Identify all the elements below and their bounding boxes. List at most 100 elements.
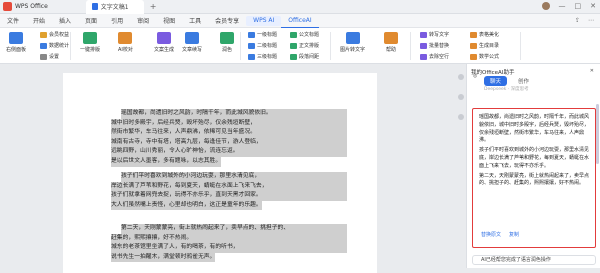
ribbon-small-button[interactable]: 二级标题	[248, 42, 277, 49]
maximize-icon[interactable]: □	[575, 2, 582, 10]
menu-item[interactable]: 工具	[182, 16, 208, 25]
ribbon-small-button[interactable]: 段落间距	[290, 53, 319, 60]
menu-item[interactable]: 审阅	[130, 16, 156, 25]
ribbon-small-icon	[420, 31, 427, 38]
ribbon-small-label: 一级标题	[257, 32, 278, 38]
menu-item[interactable]: OfficeAI	[281, 14, 319, 28]
ribbon-small-button[interactable]: 三级标题	[248, 53, 277, 60]
ribbon-button[interactable]: 右侧面板	[6, 32, 26, 53]
ribbon-small-icon	[248, 53, 255, 60]
menu-item[interactable]: 文件	[0, 16, 26, 25]
document-paragraph[interactable]: 瑶国故都，尚遗旧时之风韵，时隔千年，而此城风貌依旧。 城中旧时多殿宇，后经兵燹，毁…	[111, 109, 347, 167]
ribbon-small-button[interactable]: 正文排版	[290, 42, 319, 49]
document-paragraph[interactable]: 第二天，天刚蒙蒙亮，街上就热闹起来了，卖早点的、挑担子的、 赶集的，熙熙攘攘，好不…	[111, 224, 347, 263]
ribbon-small-button[interactable]: 一级标题	[248, 31, 277, 38]
menu-item[interactable]: 页面	[78, 16, 104, 25]
copy-button[interactable]: 复制	[509, 231, 519, 238]
ribbon-button[interactable]: 文案生成	[154, 32, 174, 53]
ribbon-small-label: 转写文字	[429, 32, 450, 38]
ribbon-small-label: 数据统计	[49, 43, 70, 49]
ai-output-box: 瑶国故都，尚遗旧时之风韵，时隔千年，而此城风貌依旧，城中旧时多殿宇，后经兵燹，毁…	[472, 108, 596, 248]
document-paragraph[interactable]: 孩子们平时喜欢到城外的小河边玩耍，那里水清见底， 岸边长满了芦苇和野花，每到夏天，…	[111, 172, 347, 211]
panel-title: 我的OfficeAI助手	[471, 70, 515, 76]
ribbon-small-label: 正文排版	[299, 43, 320, 49]
ribbon-button[interactable]: 一键排版	[80, 32, 100, 53]
ribbon-small-icon	[40, 31, 47, 38]
ribbon-small-button[interactable]: 数学公式	[470, 53, 499, 60]
wps-logo-icon	[3, 2, 12, 11]
document-line: 大人们虽然嘴上责怪，心里却也明白，这正是童年的乐趣。	[111, 200, 262, 211]
ribbon-small-label: 公文标题	[299, 32, 320, 38]
ribbon-small-button[interactable]: 去除空行	[420, 53, 449, 60]
close-icon[interactable]: ✕	[590, 2, 596, 10]
ribbon-icon	[9, 32, 23, 44]
ribbon-button-label: 文案生成	[154, 47, 175, 53]
title-bar: WPS Office 文字文稿1 + — □ ✕	[0, 0, 600, 14]
ribbon-small-button[interactable]: 转写文字	[420, 31, 449, 38]
tab-document[interactable]: 文字文稿1	[85, 0, 144, 14]
document-line: 远眺四野，山川秀丽，令人心旷神怡，流连忘返。	[111, 147, 347, 157]
document-line: 岸边长满了芦苇和野花，每到夏天，蜻蜓在水面上飞来飞去，	[111, 181, 347, 192]
ribbon-small-icon	[40, 42, 47, 49]
menu-item[interactable]: 会员专享	[208, 16, 246, 25]
more-icon[interactable]: ⋯	[588, 17, 594, 24]
ribbon-icon	[345, 32, 360, 44]
ribbon-small-label: 批量替换	[429, 43, 450, 49]
document-page[interactable]: 瑶国故都，尚遗旧时之风韵，时隔千年，而此城风貌依旧。 城中旧时多殿宇，后经兵燹，毁…	[63, 73, 377, 273]
share-icon[interactable]: ⇪	[575, 17, 580, 24]
ai-output-paragraph: 瑶国故都，尚遗旧时之风韵，时隔千年，而此城风貌依旧，城中旧时多殿宇，后经兵燹，毁…	[479, 114, 590, 144]
ribbon-button[interactable]: AI校对	[118, 32, 133, 53]
menu-item[interactable]: 开始	[26, 16, 52, 25]
replace-original-button[interactable]: 替换原文	[481, 231, 501, 238]
chat-icon[interactable]: ◎	[473, 73, 477, 79]
ribbon-small-label: 数学公式	[479, 54, 500, 60]
ribbon-button-label: 文章续写	[182, 47, 203, 53]
ribbon-small-label: 二级标题	[257, 43, 278, 49]
ribbon-small-button[interactable]: 批量替换	[420, 42, 449, 49]
tab-create[interactable]: 创作	[512, 76, 535, 86]
ribbon-small-icon	[420, 42, 427, 49]
output-actions: 替换原文 复制	[481, 231, 519, 238]
ribbon-small-button[interactable]: 设置	[40, 53, 59, 60]
ribbon-button-label: 帮助	[385, 47, 396, 53]
minimize-icon[interactable]: —	[559, 2, 566, 10]
ribbon-small-button[interactable]: 公文标题	[290, 31, 319, 38]
document-line: 第二天，天刚蒙蒙亮，街上就热闹起来了，卖早点的、挑担子的、	[121, 224, 347, 234]
panel-close-icon[interactable]: ✕	[590, 68, 594, 74]
ai-output-paragraph: 第二天，天刚蒙蒙亮，街上就热闹起来了，卖早点的、挑担子的、赶集的，熙熙攘攘，好不…	[479, 172, 590, 187]
ribbon-button[interactable]: 文章续写	[182, 32, 202, 53]
side-tool-icon[interactable]	[458, 74, 464, 80]
ribbon-separator	[520, 32, 521, 60]
ai-output-text: 瑶国故都，尚遗旧时之风韵，时隔千年，而此城风貌依旧，城中旧时多殿宇，后经兵燹，毁…	[479, 114, 591, 190]
document-area: 瑶国故都，尚遗旧时之风韵，时隔千年，而此城风貌依旧。 城中旧时多殿宇，后经兵燹，毁…	[0, 70, 466, 273]
add-tab-button[interactable]: +	[144, 0, 163, 14]
ribbon-small-icon	[40, 53, 47, 60]
menu-item[interactable]: 引用	[104, 16, 130, 25]
ribbon-small-icon	[470, 31, 477, 38]
panel-scrollbar[interactable]	[596, 104, 599, 164]
ribbon: 右侧面板 一键排版 AI校对 文案生成 文章续写 润色 图片转文字 帮助 会员权益数据统计设置 一…	[0, 28, 600, 64]
ribbon-small-button[interactable]: 数据统计	[40, 42, 69, 49]
ribbon-button[interactable]: 帮助	[384, 32, 398, 53]
ribbon-small-icon	[470, 42, 477, 49]
menu-bar: 文件 开始 插入 页面 引用 审阅 视图 工具 会员专享 WPS AI OfficeAI ⇪ ⋯	[0, 14, 600, 28]
menu-right-tools: ⇪ ⋯	[575, 17, 600, 24]
menu-item[interactable]: WPS AI	[246, 15, 282, 26]
avatar[interactable]	[541, 2, 550, 10]
model-selector[interactable]: Deepseek · 深度思考	[484, 86, 529, 92]
ribbon-small-button[interactable]: 会员权益	[40, 31, 69, 38]
ribbon-small-icon	[470, 53, 477, 60]
ribbon-icon	[118, 32, 133, 44]
ribbon-small-button[interactable]: 生成目录	[470, 42, 499, 49]
ribbon-button[interactable]: 图片转文字	[340, 32, 365, 53]
menu-item[interactable]: 插入	[52, 16, 78, 25]
side-tool-icon[interactable]	[458, 114, 464, 120]
ribbon-separator	[410, 32, 411, 60]
ribbon-button-label: 图片转文字	[340, 47, 366, 53]
menu-item[interactable]: 视图	[156, 16, 182, 25]
ribbon-button[interactable]: 润色	[220, 32, 234, 53]
app-name: WPS Office	[15, 3, 48, 10]
side-tool-icon[interactable]	[458, 94, 464, 100]
ribbon-small-button[interactable]: 表格美化	[470, 31, 499, 38]
tab-chat[interactable]: 聊天	[484, 76, 508, 86]
